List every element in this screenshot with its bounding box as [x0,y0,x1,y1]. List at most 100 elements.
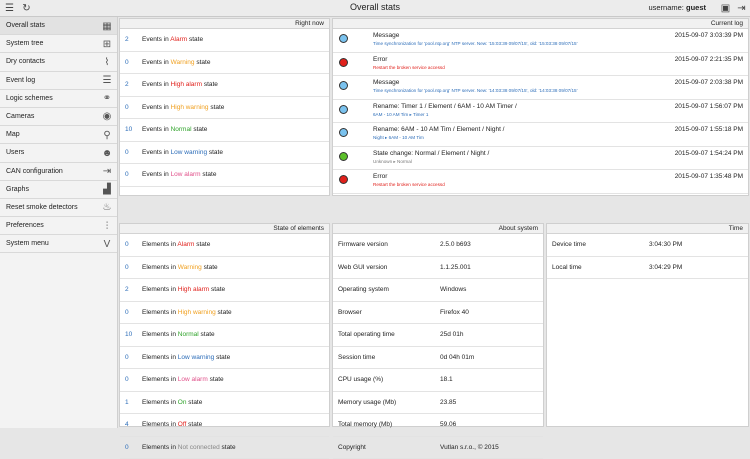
sidebar-item-users[interactable]: Users☻ [0,144,117,162]
label-prefix: Elements in [142,286,176,293]
info-row: Web GUI version1.1.25.001 [333,257,543,280]
count-value[interactable]: 0 [125,444,129,451]
sidebar-item-label: System menu [6,240,49,247]
top-bar: ☰ ↻ Overall stats username: guest ▣ ⇥ [0,0,750,17]
log-timestamp: 2015-09-07 2:03:38 PM [675,79,743,86]
count-value[interactable]: 10 [125,126,132,133]
sidebar-item-label: Users [6,149,24,156]
label-prefix: Events in [142,36,169,43]
count-value[interactable]: 0 [125,241,129,248]
sidebar-item-event-log[interactable]: Event log☰ [0,72,117,90]
sidebar-item-graphs[interactable]: Graphs▟ [0,181,117,199]
count-value[interactable]: 0 [125,354,129,361]
log-entry[interactable]: State change: Normal / Element / Night /… [333,147,748,171]
count-value[interactable]: 0 [125,59,129,66]
log-entry[interactable]: MessageTime synchronization for 'pool.nt… [333,76,748,100]
info-key: Total memory (Mb) [338,421,392,428]
log-detail: Restart the broken service accessd [373,182,445,187]
info-value: 59.06 [440,421,456,428]
label-prefix: Elements in [142,241,176,248]
state-label: Elements in Warning state [142,264,218,271]
state-label: Elements in On state [142,399,202,406]
label-suffix: state [188,399,202,406]
info-row: Firmware version2.5.0 b693 [333,234,543,257]
count-value[interactable]: 1 [125,399,129,406]
log-entry[interactable]: ErrorRestart the broken service accessd2… [333,170,748,194]
label-prefix: Elements in [142,264,176,271]
state-name: Off [178,421,187,428]
state-label: Elements in Low warning state [142,354,230,361]
sidebar-item-label: Overall stats [6,22,45,29]
list-item: 0 Elements in Warning state [120,257,329,280]
sidebar-item-label: Cameras [6,113,34,120]
state-label: Events in High alarm state [142,81,218,88]
label-suffix: state [188,421,202,428]
eye-icon: ◉ [101,111,113,123]
status-led-icon [339,81,348,90]
state-name: Alarm [170,36,187,43]
count-value[interactable]: 2 [125,81,129,88]
count-value[interactable]: 4 [125,421,129,428]
count-value[interactable]: 0 [125,264,129,271]
label-suffix: state [201,331,215,338]
count-value[interactable]: 0 [125,376,129,383]
label-prefix: Elements in [142,331,176,338]
info-key: Session time [338,354,375,361]
label-prefix: Events in [142,81,169,88]
sidebar-item-label: Event log [6,77,35,84]
sidebar-item-map[interactable]: Map⚲ [0,126,117,144]
count-value[interactable]: 2 [125,286,129,293]
logout-icon[interactable]: ⇥ [735,2,748,15]
log-entry[interactable]: Rename: 6AM - 10 AM Tim / Element / Nigh… [333,123,748,147]
log-message: Error [373,56,387,63]
right-now-title: Right now [120,19,329,29]
list-item: 10Events in Normal state [120,119,329,142]
label-suffix: state [209,149,223,156]
log-timestamp: 2015-09-07 1:35:48 PM [675,173,743,180]
log-entry[interactable]: MessageTime synchronization for 'pool.nt… [333,29,748,53]
list-item: 2 Elements in High alarm state [120,279,329,302]
list-item: 0 Elements in Low warning state [120,347,329,370]
count-value[interactable]: 10 [125,331,132,338]
info-row: CPU usage (%)18.1 [333,369,543,392]
info-value: 2.5.0 b693 [440,241,471,248]
sidebar-item-logic-schemes[interactable]: Logic schemes⚭ [0,90,117,108]
sidebar-item-label: Preferences [6,222,44,229]
info-row: Local time3:04:29 PM [547,257,748,280]
state-label: Elements in High warning state [142,309,232,316]
state-name: Low warning [178,354,215,361]
sidebar-item-dry-contacts[interactable]: Dry contacts⌇ [0,53,117,71]
count-value[interactable]: 0 [125,171,129,178]
state-label: Elements in High alarm state [142,286,225,293]
sidebar-item-preferences[interactable]: Preferences⫶ [0,217,117,235]
log-entry[interactable]: ErrorRestart the broken service accessd2… [333,53,748,77]
sidebar-item-reset-smoke-detectors[interactable]: Reset smoke detectors♨ [0,199,117,217]
state-name: Normal [178,331,199,338]
v-icon: V [101,238,113,250]
sidebar-item-can-configuration[interactable]: CAN configuration⇥ [0,163,117,181]
state-name: Alarm [177,241,194,248]
info-row: Device time3:04:30 PM [547,234,748,257]
info-value: Firefox 40 [440,309,469,316]
count-value[interactable]: 2 [125,36,129,43]
log-entry[interactable]: Rename: Timer 1 / Element / 6AM - 10 AM … [333,100,748,124]
state-label: Elements in Normal state [142,331,215,338]
state-name: Low warning [171,149,208,156]
about-system-title: About system [333,224,543,234]
count-value[interactable]: 0 [125,104,129,111]
status-led-icon [339,105,348,114]
sidebar-item-overall-stats[interactable]: Overall stats▦ [0,17,117,35]
sidebar-item-cameras[interactable]: Cameras ◉ [0,108,117,126]
info-row: Memory usage (Mb)23.85 [333,392,543,415]
sidebar-item-system-menu[interactable]: System menu V [0,235,117,253]
label-suffix: state [196,241,210,248]
log-timestamp: 2015-09-07 1:56:07 PM [675,103,743,110]
log-timestamp: 2015-09-07 3:03:39 PM [675,32,743,39]
sidebar-item-system-tree[interactable]: System tree⊞ [0,35,117,53]
count-value[interactable]: 0 [125,149,129,156]
label-prefix: Elements in [142,376,176,383]
list-item: 0Events in Warning state [120,52,329,75]
label-prefix: Elements in [142,444,176,451]
save-icon[interactable]: ▣ [719,2,732,15]
count-value[interactable]: 0 [125,309,129,316]
